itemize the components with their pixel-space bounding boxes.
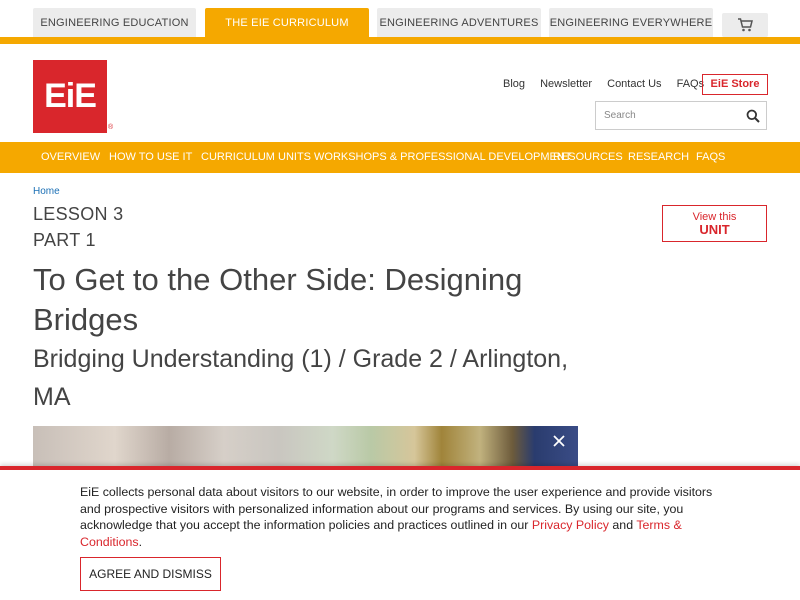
part-label: PART 1 [33, 230, 96, 250]
eie-logo[interactable]: EiE [33, 60, 107, 133]
contact-us-link[interactable]: Contact Us [607, 78, 661, 90]
page-title: To Get to the Other Side: Designing Brid… [33, 262, 523, 337]
lesson-photo [33, 426, 578, 471]
view-unit-line2: UNIT [699, 222, 730, 237]
nav-resources[interactable]: Resources [553, 142, 623, 173]
nav-workshops[interactable]: Workshops & Professional Development [314, 142, 572, 173]
agree-dismiss-button[interactable]: Agree and Dismiss [80, 557, 221, 591]
tab-engineering-education[interactable]: Engineering Education [33, 8, 196, 37]
cookie-and: and [608, 518, 637, 532]
nav-how-to-use-it[interactable]: How to Use It [109, 142, 192, 173]
registered-mark: ® [108, 124, 114, 131]
blog-link[interactable]: Blog [503, 78, 525, 90]
cart-icon [738, 18, 753, 32]
page-subtitle: Bridging Understanding (1) / Grade 2 / A… [33, 345, 569, 411]
faqs-link[interactable]: FAQs [677, 78, 705, 90]
cookie-text: EiE collects personal data about visitor… [80, 484, 720, 550]
tab-eie-curriculum[interactable]: The EiE Curriculum [205, 8, 369, 38]
cookie-end: . [138, 534, 143, 549]
view-unit-button[interactable]: View this UNIT [662, 205, 767, 242]
top-stripe [0, 37, 800, 44]
eie-store-button[interactable]: EiE Store [702, 74, 768, 95]
privacy-policy-link[interactable]: Privacy Policy [532, 518, 609, 532]
lesson-label: LESSON 3 [33, 204, 124, 224]
nav-research[interactable]: Research [628, 142, 689, 173]
nav-curriculum-units[interactable]: Curriculum Units [201, 142, 311, 173]
cookie-banner: EiE collects personal data about visitor… [0, 466, 800, 600]
search-input[interactable] [596, 102, 736, 129]
tab-engineering-adventures[interactable]: Engineering Adventures [377, 8, 541, 37]
search-icon[interactable] [746, 109, 760, 123]
main-nav: Overview How to Use It Curriculum Units … [0, 142, 800, 173]
nav-overview[interactable]: Overview [41, 142, 100, 173]
search-box [595, 101, 767, 130]
newsletter-link[interactable]: Newsletter [540, 78, 592, 90]
cart-button[interactable] [722, 13, 768, 37]
breadcrumb-home[interactable]: Home [33, 186, 60, 197]
logo-text: EiE [44, 77, 97, 115]
nav-faqs[interactable]: FAQs [696, 142, 725, 173]
tab-engineering-everywhere[interactable]: Engineering Everywhere [549, 8, 713, 37]
close-icon[interactable] [552, 434, 566, 448]
utility-links: Blog Newsletter Contact Us FAQs [503, 78, 716, 90]
